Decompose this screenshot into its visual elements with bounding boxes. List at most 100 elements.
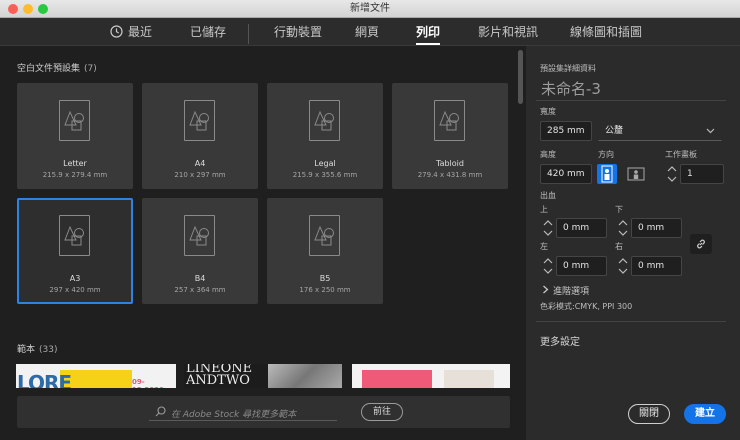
artboards-input[interactable]: 1 bbox=[680, 164, 724, 184]
more-settings-button[interactable]: 更多設定 bbox=[540, 333, 580, 348]
tab-recent-label: 最近 bbox=[128, 25, 153, 39]
tab-divider bbox=[248, 24, 249, 44]
artboards-label: 工作畫板 bbox=[665, 150, 697, 159]
preset-card-tabloid[interactable]: Tabloid 279.4 x 431.8 mm bbox=[392, 83, 508, 189]
preset-size: 257 x 364 mm bbox=[174, 286, 226, 294]
blank-presets-count: (7) bbox=[84, 64, 97, 74]
preset-card-b4[interactable]: B4 257 x 364 mm bbox=[142, 198, 258, 304]
clock-icon bbox=[110, 25, 123, 38]
preset-card-a3[interactable]: A3 297 x 420 mm bbox=[17, 198, 133, 304]
bleed-left-stepper-icon[interactable] bbox=[542, 256, 554, 276]
bleed-left-input[interactable]: 0 mm bbox=[556, 256, 607, 276]
bleed-bottom-stepper-icon[interactable] bbox=[617, 218, 629, 238]
preset-name: B4 bbox=[194, 274, 206, 283]
tab-art-illustration-label: 線條圖和插圖 bbox=[570, 25, 643, 39]
document-icon bbox=[184, 100, 215, 141]
bleed-top-input[interactable]: 0 mm bbox=[556, 218, 607, 238]
bleed-left-label: 左 bbox=[540, 242, 548, 251]
landscape-button[interactable] bbox=[626, 164, 646, 184]
close-window-icon[interactable] bbox=[8, 4, 18, 14]
preset-size: 215.9 x 355.6 mm bbox=[292, 171, 358, 179]
go-button[interactable]: 前往 bbox=[361, 403, 403, 421]
stock-search-bar: 在 Adobe Stock 尋找更多範本 前往 bbox=[17, 396, 510, 428]
preset-name: B5 bbox=[319, 274, 331, 283]
preset-scrollbar[interactable] bbox=[518, 50, 523, 104]
tab-mobile-label: 行動裝置 bbox=[274, 25, 323, 39]
document-icon bbox=[184, 215, 215, 256]
preset-name: Tabloid bbox=[436, 159, 464, 168]
template-thumbnail[interactable]: LINEONE ANDTWO bbox=[184, 364, 342, 388]
search-icon bbox=[155, 406, 166, 417]
template-headline: LINEONE ANDTWO bbox=[186, 364, 252, 387]
zoom-window-icon[interactable] bbox=[38, 4, 48, 14]
orientation-label: 方向 bbox=[598, 150, 614, 159]
preset-size: 176 x 250 mm bbox=[299, 286, 351, 294]
chevron-right-icon bbox=[543, 285, 549, 294]
units-value: 公釐 bbox=[605, 126, 624, 136]
template-line2: ANDTWO bbox=[186, 373, 250, 388]
color-mode-text: 色彩模式:CMYK, PPI 300 bbox=[540, 302, 633, 311]
preset-card-letter[interactable]: Letter 215.9 x 279.4 mm bbox=[17, 83, 133, 189]
preset-name: A3 bbox=[69, 274, 81, 283]
bleed-label: 出血 bbox=[540, 191, 556, 200]
preset-details-heading: 預設集詳細資料 bbox=[540, 64, 596, 73]
document-icon bbox=[59, 100, 90, 141]
template-strip: LORE 09-12.2020 LINEONEANDTWO bbox=[16, 364, 510, 388]
templates-heading: 範本 (33) bbox=[17, 342, 58, 355]
template-thumbnail[interactable]: LORE 09-12.2020 bbox=[16, 364, 176, 388]
search-underline bbox=[149, 420, 337, 421]
portrait-button[interactable] bbox=[597, 164, 617, 184]
templates-label: 範本 bbox=[17, 345, 36, 355]
bleed-top-stepper-icon[interactable] bbox=[542, 218, 554, 238]
tab-saved[interactable]: 已儲存 bbox=[190, 18, 226, 46]
portrait-icon bbox=[601, 165, 613, 183]
tab-art-illustration[interactable]: 線條圖和插圖 bbox=[570, 18, 642, 46]
tab-web[interactable]: 網頁 bbox=[355, 18, 379, 46]
advanced-options-label: 進階選項 bbox=[553, 287, 590, 297]
preset-size: 215.9 x 279.4 mm bbox=[42, 171, 108, 179]
template-pink-block bbox=[362, 370, 432, 388]
category-tabbar: 最近 已儲存 行動裝置 網頁 列印 影片和視訊 線條圖和插圖 bbox=[0, 18, 740, 46]
tab-mobile[interactable]: 行動裝置 bbox=[274, 18, 322, 46]
units-dropdown[interactable]: 公釐 bbox=[598, 121, 722, 141]
preset-size: 279.4 x 431.8 mm bbox=[417, 171, 483, 179]
template-big-text: LORE bbox=[17, 371, 72, 388]
advanced-options-toggle[interactable]: 進階選項 bbox=[542, 284, 589, 297]
template-illustration bbox=[444, 370, 494, 388]
tab-print[interactable]: 列印 bbox=[416, 18, 441, 46]
create-button[interactable]: 建立 bbox=[684, 404, 726, 424]
chevron-down-icon bbox=[706, 128, 715, 134]
tab-film-video[interactable]: 影片和視訊 bbox=[478, 18, 538, 46]
template-thumbnail[interactable] bbox=[352, 364, 510, 388]
bleed-bottom-input[interactable]: 0 mm bbox=[631, 218, 682, 238]
document-icon bbox=[309, 215, 340, 256]
tab-web-label: 網頁 bbox=[355, 25, 380, 39]
tab-recent[interactable]: 最近 bbox=[110, 18, 152, 46]
width-label: 寬度 bbox=[540, 107, 556, 116]
document-name-field[interactable]: 未命名-3 bbox=[541, 78, 601, 99]
close-button[interactable]: 關閉 bbox=[628, 404, 670, 424]
blank-presets-heading: 空白文件預設集 (7) bbox=[17, 61, 97, 74]
preset-card-legal[interactable]: Legal 215.9 x 355.6 mm bbox=[267, 83, 383, 189]
minimize-window-icon[interactable] bbox=[23, 4, 33, 14]
search-input[interactable]: 在 Adobe Stock 尋找更多範本 bbox=[171, 407, 296, 420]
bleed-right-stepper-icon[interactable] bbox=[617, 256, 629, 276]
template-photo bbox=[268, 364, 342, 388]
bleed-right-input[interactable]: 0 mm bbox=[631, 256, 682, 276]
bleed-top-label: 上 bbox=[540, 205, 548, 214]
preset-name: A4 bbox=[194, 159, 206, 168]
width-input[interactable]: 285 mm bbox=[540, 121, 592, 141]
link-bleed-button[interactable] bbox=[690, 234, 712, 254]
height-input[interactable]: 420 mm bbox=[540, 164, 592, 184]
artboards-stepper-icon[interactable] bbox=[666, 164, 678, 184]
preset-name: Letter bbox=[63, 159, 87, 168]
preset-name: Legal bbox=[314, 159, 336, 168]
templates-count: (33) bbox=[39, 345, 58, 355]
preset-size: 210 x 297 mm bbox=[174, 171, 226, 179]
tab-saved-label: 已儲存 bbox=[190, 25, 227, 39]
height-label: 高度 bbox=[540, 150, 556, 159]
tab-film-video-label: 影片和視訊 bbox=[478, 25, 539, 39]
preset-card-b5[interactable]: B5 176 x 250 mm bbox=[267, 198, 383, 304]
bleed-right-label: 右 bbox=[615, 242, 623, 251]
preset-card-a4[interactable]: A4 210 x 297 mm bbox=[142, 83, 258, 189]
